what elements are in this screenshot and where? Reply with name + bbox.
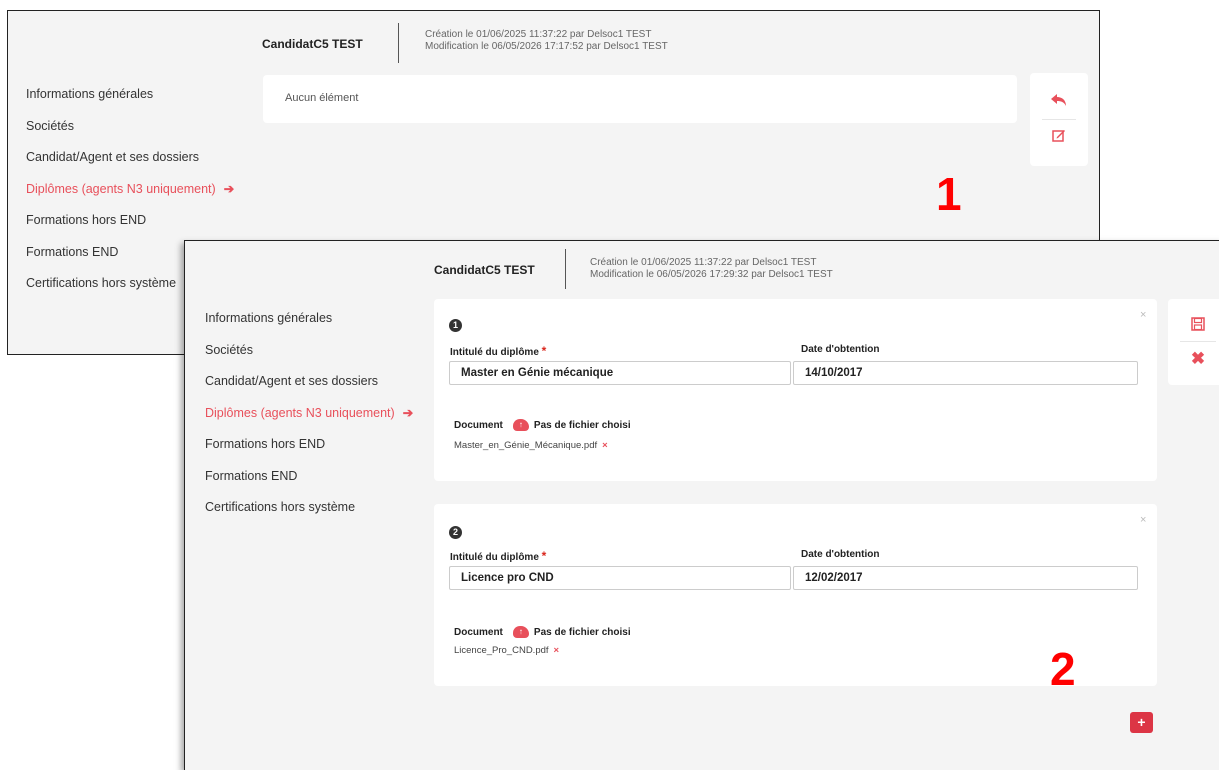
remove-file-icon[interactable]: × [602, 440, 608, 451]
action-sidebar [1030, 73, 1088, 166]
candidate-name: CandidatC5 TEST [262, 37, 363, 51]
audit-info: Création le 01/06/2025 11:37:22 par Dels… [590, 257, 833, 281]
diploma-card: 1 × Intitulé du diplôme * Master en Géni… [434, 299, 1157, 481]
document-row: Document ↑ Pas de fichier choisi [454, 419, 631, 431]
date-label: Date d'obtention [801, 344, 880, 355]
nav-item-societes[interactable]: Sociétés [26, 119, 234, 151]
diploma-number: 2 [449, 526, 462, 539]
nav-item-formations-hors-end[interactable]: Formations hors END [205, 437, 413, 469]
action-sidebar: ✖ [1168, 299, 1219, 385]
created-info: Création le 01/06/2025 11:37:22 par Dels… [590, 257, 817, 268]
file-name[interactable]: Master_en_Génie_Mécanique.pdf [454, 440, 597, 451]
nav-item-certifications[interactable]: Certifications hors système [205, 500, 413, 532]
required-asterisk: * [541, 344, 547, 358]
step-number-2: 2 [1050, 643, 1076, 695]
edit-icon[interactable] [1030, 128, 1088, 146]
title-label: Intitulé du diplôme * [450, 549, 547, 563]
modified-info: Modification le 06/05/2026 17:17:52 par … [425, 41, 668, 52]
date-input[interactable]: 12/02/2017 [793, 566, 1138, 590]
edit-mode-window: CandidatC5 TEST Création le 01/06/2025 1… [184, 240, 1219, 770]
required-asterisk: * [541, 549, 547, 563]
arrow-right-icon: ➔ [402, 405, 414, 420]
diploma-title-input[interactable]: Licence pro CND [449, 566, 791, 590]
attached-file: Licence_Pro_CND.pdf × [454, 645, 559, 656]
date-label: Date d'obtention [801, 549, 880, 560]
diploma-title-input[interactable]: Master en Génie mécanique [449, 361, 791, 385]
nav-item-diplomes[interactable]: Diplômes (agents N3 uniquement) ➔ [205, 406, 413, 438]
header-divider [565, 249, 566, 289]
undo-arrow-icon[interactable] [1030, 93, 1088, 111]
nav-item-societes[interactable]: Sociétés [205, 343, 413, 375]
attached-file: Master_en_Génie_Mécanique.pdf × [454, 440, 608, 451]
add-diploma-button[interactable]: + [1130, 712, 1153, 733]
close-icon[interactable]: ✖ [1168, 349, 1219, 369]
date-input[interactable]: 14/10/2017 [793, 361, 1138, 385]
empty-message: Aucun élément [285, 92, 359, 104]
nav-item-candidat-agent[interactable]: Candidat/Agent et ses dossiers [26, 150, 234, 182]
close-icon[interactable]: × [1140, 514, 1146, 526]
no-file-label[interactable]: Pas de fichier choisi [534, 420, 631, 431]
file-name[interactable]: Licence_Pro_CND.pdf [454, 645, 549, 656]
section-nav: Informations générales Sociétés Candidat… [205, 311, 413, 532]
nav-item-candidat-agent[interactable]: Candidat/Agent et ses dossiers [205, 374, 413, 406]
candidate-name: CandidatC5 TEST [434, 263, 535, 277]
document-row: Document ↑ Pas de fichier choisi [454, 626, 631, 638]
cloud-upload-icon[interactable]: ↑ [512, 626, 529, 638]
no-file-label[interactable]: Pas de fichier choisi [534, 627, 631, 638]
title-label: Intitulé du diplôme * [450, 344, 547, 358]
created-info: Création le 01/06/2025 11:37:22 par Dels… [425, 29, 652, 40]
diploma-card: 2 × Intitulé du diplôme * Licence pro CN… [434, 504, 1157, 686]
modified-info: Modification le 06/05/2026 17:29:32 par … [590, 269, 833, 280]
nav-item-diplomes[interactable]: Diplômes (agents N3 uniquement) ➔ [26, 182, 234, 214]
audit-info: Création le 01/06/2025 11:37:22 par Dels… [425, 29, 668, 53]
nav-item-formations-end[interactable]: Formations END [205, 469, 413, 501]
nav-item-informations-generales[interactable]: Informations générales [205, 311, 413, 343]
close-icon[interactable]: × [1140, 309, 1146, 321]
header-divider [398, 23, 399, 63]
diploma-number: 1 [449, 319, 462, 332]
cloud-upload-icon[interactable]: ↑ [512, 419, 529, 431]
save-icon[interactable] [1168, 317, 1219, 335]
step-number-1: 1 [936, 168, 962, 220]
nav-item-informations-generales[interactable]: Informations générales [26, 87, 234, 119]
diplomas-panel: Aucun élément [263, 75, 1017, 123]
remove-file-icon[interactable]: × [554, 645, 560, 656]
arrow-right-icon: ➔ [223, 181, 235, 196]
